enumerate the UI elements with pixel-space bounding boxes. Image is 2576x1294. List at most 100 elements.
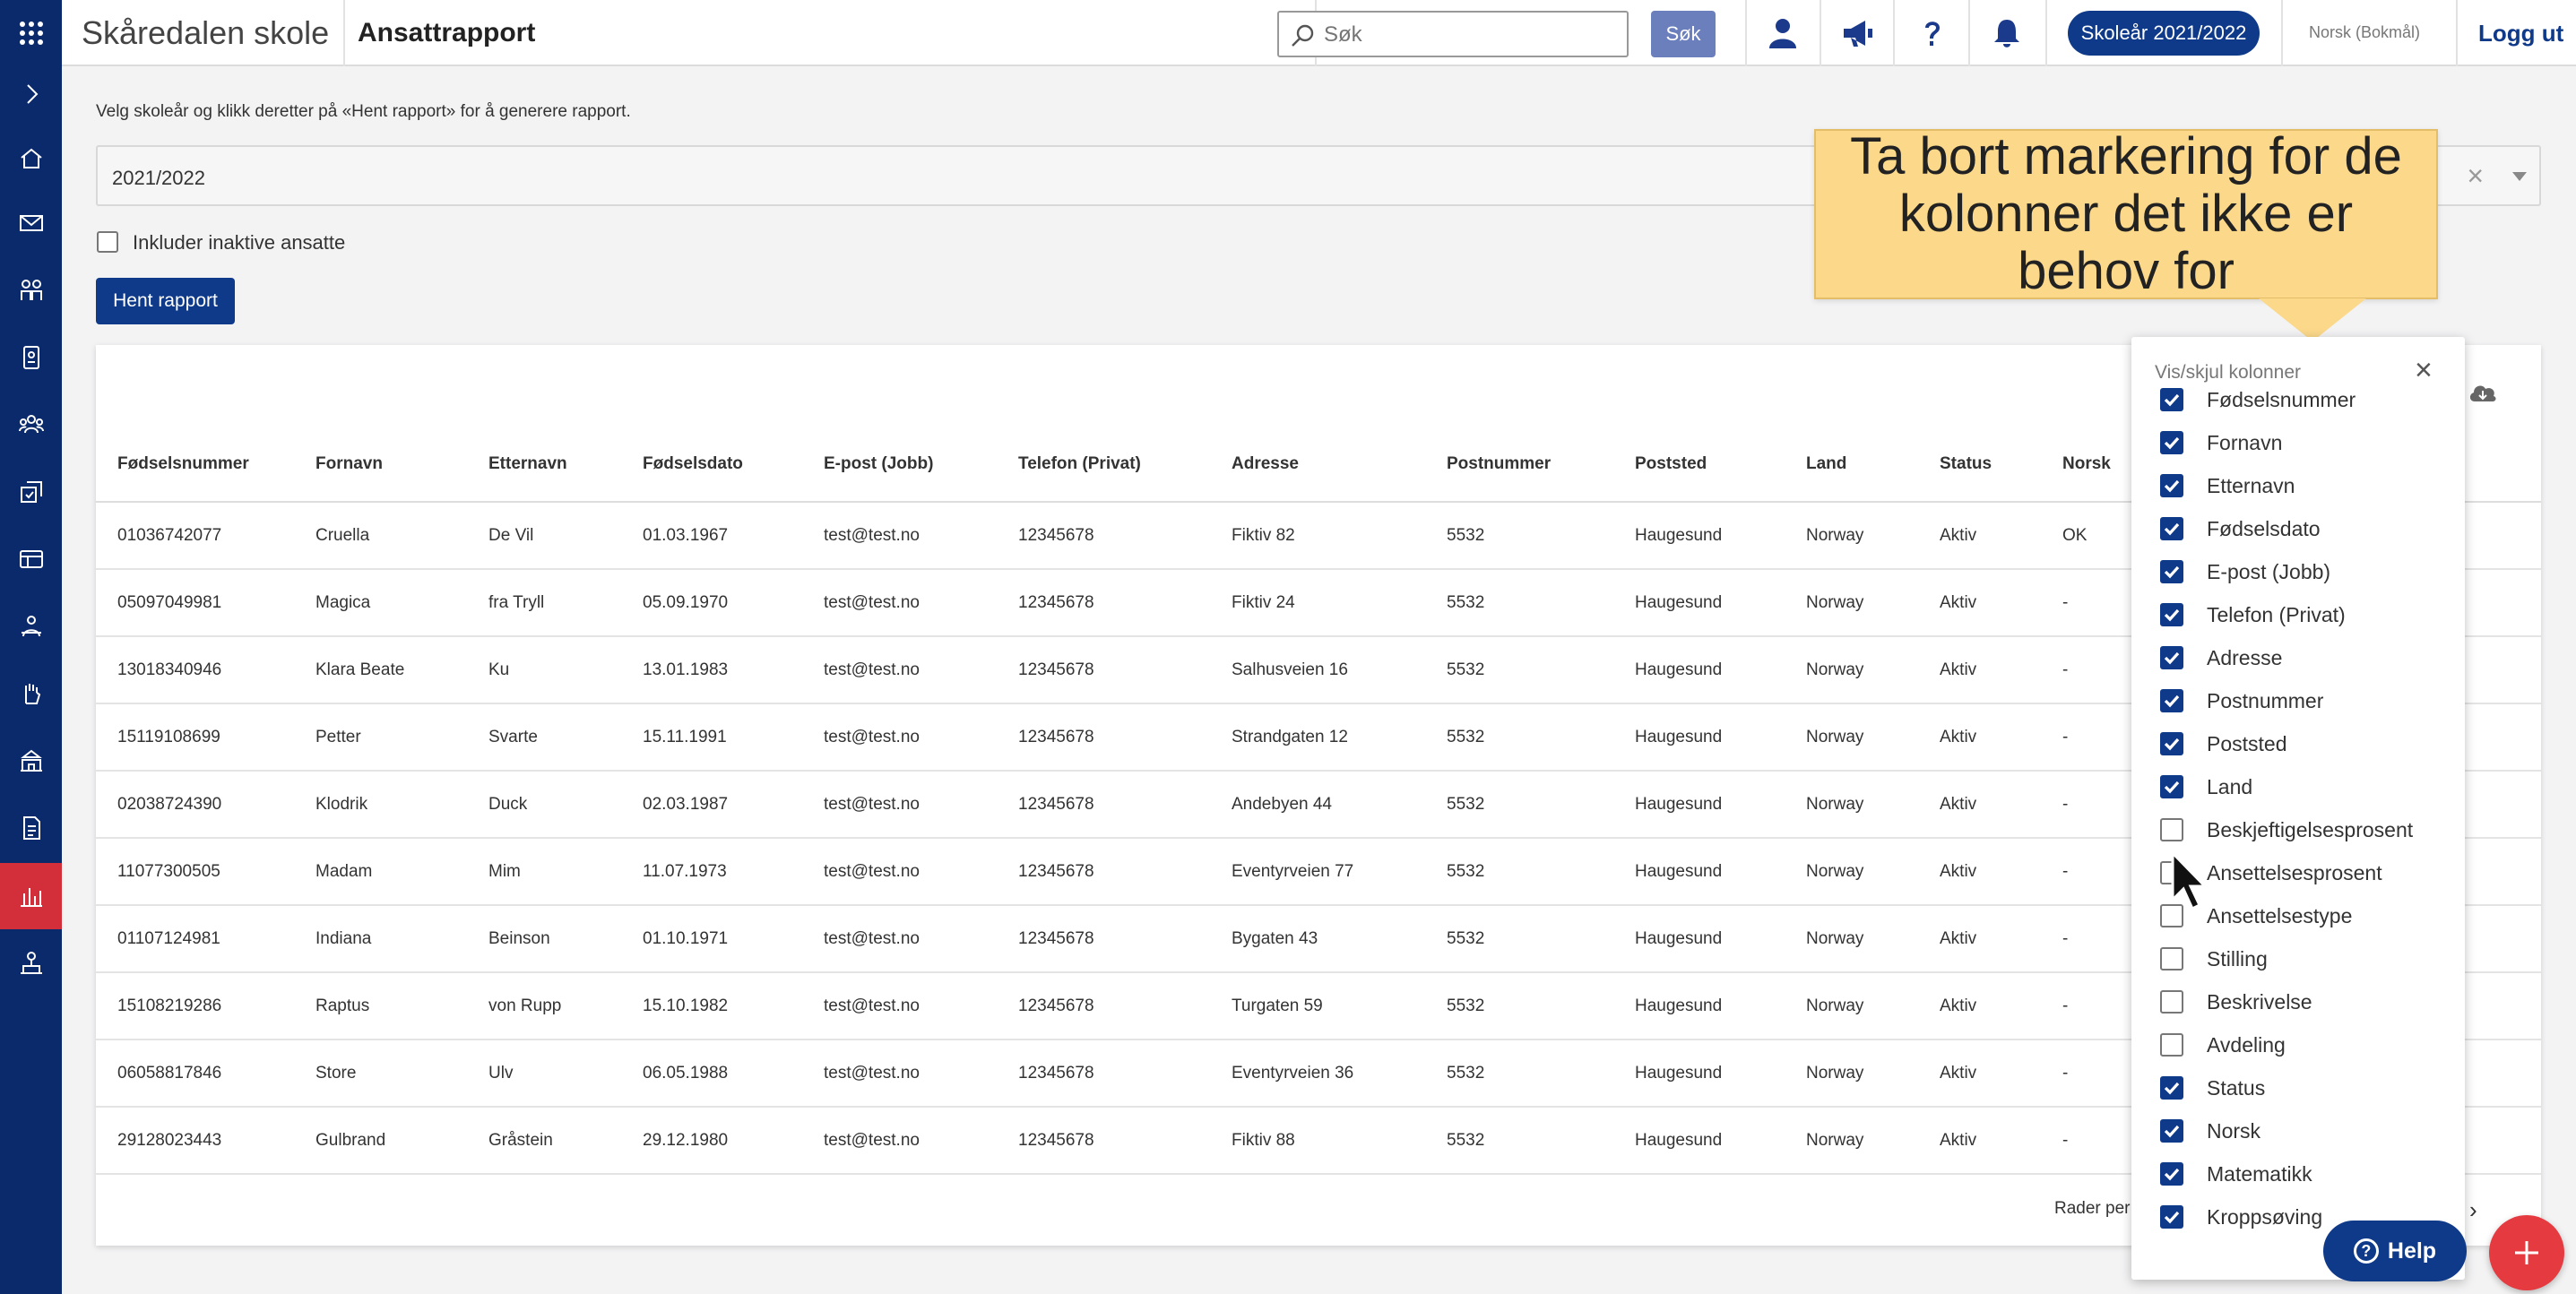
hand-icon[interactable] — [0, 660, 62, 727]
organization-icon[interactable] — [0, 930, 62, 996]
expand-chevron-icon[interactable] — [0, 61, 62, 127]
assessment-icon[interactable] — [0, 459, 62, 525]
column-toggle-item[interactable]: Fødselsdato — [2160, 511, 2321, 547]
apps-grid-icon[interactable] — [0, 0, 62, 66]
column-toggle-item[interactable]: Postnummer — [2160, 683, 2323, 719]
column-header[interactable]: Etternavn — [488, 345, 643, 503]
column-checkbox[interactable] — [2160, 517, 2183, 540]
column-toggle-item[interactable]: E-post (Jobb) — [2160, 554, 2330, 590]
people-icon[interactable] — [0, 257, 62, 324]
badge-icon[interactable] — [0, 324, 62, 391]
table-cell: Turgaten 59 — [1232, 972, 1447, 1040]
column-checkbox[interactable] — [2160, 560, 2183, 583]
notification-bell-icon[interactable] — [1986, 13, 2027, 54]
table-cell: Indiana — [316, 905, 488, 973]
search-button[interactable]: Søk — [1651, 11, 1716, 57]
column-checkbox[interactable] — [2160, 603, 2183, 626]
table-cell: Norway — [1806, 972, 1940, 1040]
table-cell: 5532 — [1447, 972, 1635, 1040]
help-question-icon[interactable] — [1912, 13, 1953, 54]
column-header[interactable]: Fødselsnummer — [96, 345, 316, 503]
column-checkbox[interactable] — [2160, 775, 2183, 798]
table-cell: Petter — [316, 703, 488, 772]
column-header[interactable]: Fødselsdato — [643, 345, 824, 503]
column-toggle-label: Beskjeftigelsesprosent — [2207, 817, 2414, 841]
table-cell: Norway — [1806, 1040, 1940, 1108]
reports-chart-icon[interactable] — [0, 863, 62, 929]
column-checkbox[interactable] — [2160, 388, 2183, 411]
column-toggle-item[interactable]: Kroppsøving — [2160, 1199, 2322, 1235]
column-header[interactable]: Fornavn — [316, 345, 488, 503]
column-checkbox[interactable] — [2160, 818, 2183, 841]
school-year-button[interactable]: Skoleår 2021/2022 — [2068, 11, 2260, 56]
document-icon[interactable] — [0, 795, 62, 861]
mail-icon[interactable] — [0, 190, 62, 256]
divider — [1893, 0, 1895, 66]
announcement-megaphone-icon[interactable] — [1837, 13, 1878, 54]
column-checkbox[interactable] — [2160, 990, 2183, 1014]
search-input[interactable] — [1324, 20, 1620, 50]
table-cell: 5532 — [1447, 1107, 1635, 1175]
help-button[interactable]: ? Help — [2323, 1221, 2467, 1281]
column-toggle-item[interactable]: Poststed — [2160, 726, 2287, 762]
column-checkbox[interactable] — [2160, 646, 2183, 669]
fetch-report-button[interactable]: Hent rapport — [96, 278, 235, 324]
column-toggle-label: Postnummer — [2207, 688, 2324, 712]
column-toggle-item[interactable]: Beskjeftigelsesprosent — [2160, 812, 2413, 848]
column-checkbox[interactable] — [2160, 1076, 2183, 1100]
logout-link[interactable]: Logg ut — [2478, 20, 2563, 47]
column-toggle-item[interactable]: Stilling — [2160, 941, 2268, 977]
column-checkbox[interactable] — [2160, 947, 2183, 970]
close-icon[interactable]: × — [2415, 353, 2433, 388]
column-checkbox[interactable] — [2160, 474, 2183, 497]
column-checkbox[interactable] — [2160, 1119, 2183, 1143]
column-toggle-item[interactable]: Matematikk — [2160, 1156, 2312, 1192]
column-checkbox[interactable] — [2160, 431, 2183, 454]
column-header[interactable]: Status — [1940, 345, 2062, 503]
home-icon[interactable] — [0, 125, 62, 192]
next-page-icon[interactable]: › — [2469, 1196, 2477, 1224]
table-cell: 01107124981 — [96, 905, 316, 973]
column-checkbox[interactable] — [2160, 1033, 2183, 1057]
timetable-icon[interactable] — [0, 526, 62, 592]
column-toggle-item[interactable]: Beskrivelse — [2160, 984, 2312, 1020]
table-cell: 29128023443 — [96, 1107, 316, 1175]
column-header[interactable]: Postnummer — [1447, 345, 1635, 503]
column-header[interactable]: E-post (Jobb) — [824, 345, 1018, 503]
language-selector[interactable]: Norsk (Bokmål) — [2309, 23, 2420, 42]
cloud-download-icon[interactable] — [2467, 376, 2499, 413]
mouse-cursor-icon — [2169, 850, 2212, 917]
column-toggle-item[interactable]: Avdeling — [2160, 1027, 2286, 1063]
table-cell: 12345678 — [1018, 703, 1232, 772]
column-checkbox[interactable] — [2160, 1162, 2183, 1186]
column-header[interactable]: Adresse — [1232, 345, 1447, 503]
checkmark-icon — [2164, 781, 2180, 794]
column-toggle-item[interactable]: Adresse — [2160, 640, 2282, 676]
column-header[interactable]: Telefon (Privat) — [1018, 345, 1232, 503]
column-checkbox[interactable] — [2160, 732, 2183, 755]
column-header[interactable]: Land — [1806, 345, 1940, 503]
chevron-down-icon[interactable] — [2512, 172, 2527, 181]
column-toggle-item[interactable]: Fornavn — [2160, 425, 2282, 461]
column-toggle-item[interactable]: Telefon (Privat) — [2160, 597, 2346, 633]
table-cell: Fiktiv 82 — [1232, 502, 1447, 570]
column-toggle-item[interactable]: Land — [2160, 769, 2252, 805]
column-toggle-item[interactable]: Etternavn — [2160, 468, 2295, 504]
column-checkbox[interactable] — [2160, 689, 2183, 712]
user-profile-icon[interactable] — [1762, 13, 1803, 54]
table-cell: 15.11.1991 — [643, 703, 824, 772]
teacher-icon[interactable] — [0, 593, 62, 660]
school-building-icon[interactable] — [0, 728, 62, 794]
clear-icon[interactable]: × — [2467, 160, 2484, 193]
column-toggle-item[interactable]: Norsk — [2160, 1113, 2260, 1149]
add-button[interactable] — [2489, 1215, 2564, 1290]
school-name[interactable]: Skåredalen skole — [82, 14, 329, 52]
include-inactive-checkbox[interactable] — [97, 231, 118, 253]
groups-icon[interactable] — [0, 392, 62, 458]
table-cell: test@test.no — [824, 1107, 1018, 1175]
column-checkbox[interactable] — [2160, 1205, 2183, 1229]
column-toggle-item[interactable]: Status — [2160, 1070, 2265, 1106]
search-field[interactable] — [1277, 11, 1629, 57]
column-header[interactable]: Poststed — [1635, 345, 1806, 503]
column-toggle-item[interactable]: Fødselsnummer — [2160, 382, 2356, 418]
